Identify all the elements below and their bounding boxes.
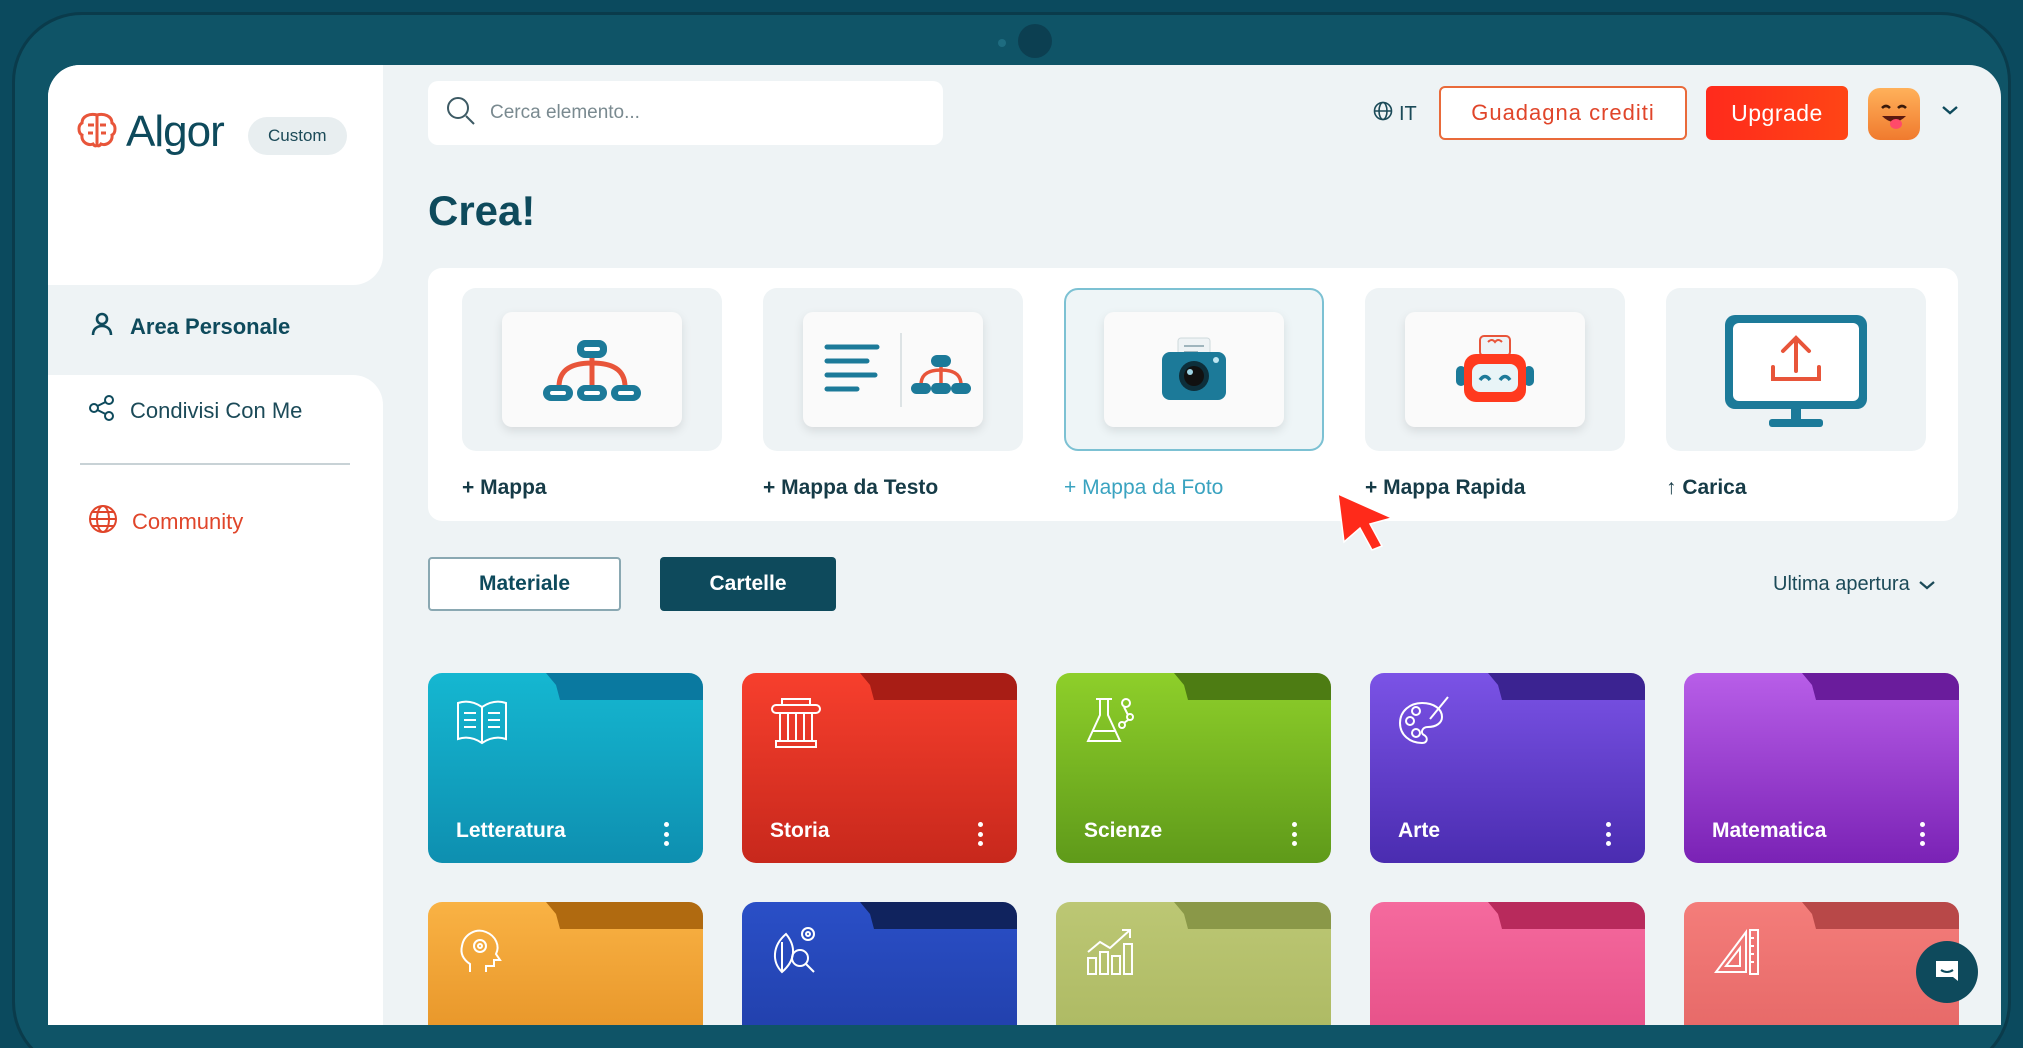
- search-input[interactable]: [490, 102, 910, 124]
- folder-card[interactable]: Matematica: [1684, 673, 1959, 863]
- chat-support-button[interactable]: [1916, 941, 1978, 1003]
- create-card-carica[interactable]: [1666, 288, 1926, 451]
- logo[interactable]: Algor: [76, 107, 225, 157]
- emoji-face-icon: [1881, 104, 1907, 129]
- folder-card[interactable]: [428, 902, 703, 1025]
- globe-icon: [1373, 101, 1393, 127]
- front-camera: [1018, 24, 1052, 58]
- sidebar-panel: [48, 375, 383, 1025]
- page-title: Crea!: [428, 187, 536, 234]
- kebab-menu-icon[interactable]: [1289, 822, 1299, 846]
- folder-name: Scienze: [1084, 819, 1163, 842]
- language-code: IT: [1399, 102, 1417, 125]
- avatar[interactable]: [1868, 88, 1920, 140]
- sidebar-divider: [80, 463, 350, 465]
- plan-badge: Custom: [248, 117, 347, 155]
- sidebar-header: [48, 65, 383, 285]
- folder-card[interactable]: Arte: [1370, 673, 1645, 863]
- sidebar-item-condivisi[interactable]: Condivisi Con Me: [88, 394, 302, 428]
- folder-name: Matematica: [1712, 819, 1827, 842]
- logo-text: Algor: [126, 107, 225, 156]
- folder-card[interactable]: [742, 902, 1017, 1025]
- create-panel: + Mappa + Mappa da Testo + Mappa da Foto…: [428, 268, 1958, 521]
- folder-name: Letteratura: [456, 819, 566, 842]
- sidebar-item-label: Condivisi Con Me: [130, 398, 303, 423]
- upgrade-button[interactable]: Upgrade: [1706, 86, 1848, 140]
- kebab-menu-icon[interactable]: [661, 822, 671, 846]
- book-icon: [454, 693, 510, 754]
- kebab-menu-icon[interactable]: [1603, 822, 1613, 846]
- folder-card[interactable]: [1370, 902, 1645, 1025]
- robot-icon: [1405, 312, 1585, 427]
- kebab-menu-icon[interactable]: [1917, 822, 1927, 846]
- share-icon: [88, 394, 116, 428]
- palette-icon: [1396, 693, 1452, 754]
- flask-icon: [1082, 693, 1138, 754]
- camera-sensor: [998, 39, 1006, 47]
- folder-name: Storia: [770, 819, 830, 842]
- sidebar-item-label: Area Personale: [130, 314, 291, 339]
- mind-map-icon: [502, 312, 682, 427]
- sidebar-item-area-personale[interactable]: Area Personale: [88, 310, 290, 344]
- user-icon: [88, 310, 116, 344]
- create-card-mappa[interactable]: [462, 288, 722, 451]
- create-label-mappa[interactable]: + Mappa: [462, 476, 547, 500]
- upload-monitor-icon: [1725, 314, 1867, 427]
- column-icon: [768, 693, 824, 754]
- tab-materiale[interactable]: Materiale: [428, 557, 621, 611]
- search-box[interactable]: [428, 81, 943, 145]
- folder-name: Arte: [1398, 819, 1441, 842]
- create-card-mappa-testo[interactable]: [763, 288, 1023, 451]
- head-gears-icon: [454, 922, 510, 983]
- folder-card[interactable]: Scienze: [1056, 673, 1331, 863]
- set-square-icon: [1710, 922, 1766, 983]
- create-label-mappa-foto[interactable]: + Mappa da Foto: [1064, 476, 1223, 500]
- create-card-mappa-foto[interactable]: [1064, 288, 1324, 451]
- brain-logo-icon: [76, 111, 118, 154]
- earn-credits-button[interactable]: Guadagna crediti: [1439, 86, 1687, 140]
- text-to-map-icon: [803, 312, 983, 427]
- tab-cartelle[interactable]: Cartelle: [660, 557, 836, 611]
- growth-chart-icon: [1082, 922, 1138, 983]
- chevron-down-icon[interactable]: [1940, 103, 1960, 122]
- sort-label: Ultima apertura: [1773, 573, 1910, 595]
- globe-icon: [88, 504, 118, 540]
- folder-card[interactable]: [1056, 902, 1331, 1025]
- sort-dropdown[interactable]: Ultima apertura: [1773, 573, 1936, 596]
- leaf-search-icon: [768, 922, 824, 983]
- folder-card[interactable]: Letteratura: [428, 673, 703, 863]
- chat-icon: [1936, 961, 1958, 981]
- sidebar-item-community[interactable]: Community: [88, 504, 243, 540]
- create-label-carica[interactable]: ↑ Carica: [1666, 476, 1747, 500]
- app-screen: Algor Custom Area Personale Condivisi Co…: [48, 65, 2001, 1025]
- sidebar-item-label: Community: [132, 509, 244, 534]
- folder-card[interactable]: Storia: [742, 673, 1017, 863]
- chevron-down-icon: [1919, 580, 1935, 589]
- kebab-menu-icon[interactable]: [975, 822, 985, 846]
- create-label-mappa-testo[interactable]: + Mappa da Testo: [763, 476, 938, 500]
- mouse-cursor-icon: [1336, 492, 1398, 559]
- search-icon: [446, 96, 476, 131]
- camera-icon: [1104, 312, 1284, 427]
- create-card-mappa-rapida[interactable]: [1365, 288, 1625, 451]
- language-selector[interactable]: IT: [1373, 101, 1417, 127]
